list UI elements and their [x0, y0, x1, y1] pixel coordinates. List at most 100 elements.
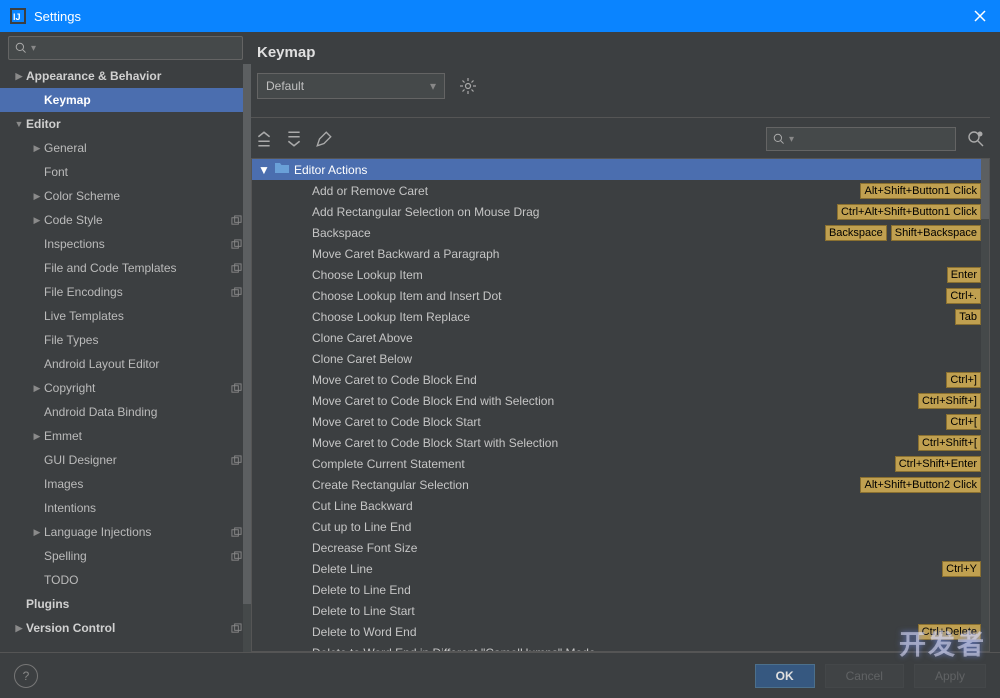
action-row[interactable]: Decrease Font Size: [252, 537, 989, 558]
search-icon: [15, 42, 28, 55]
sidebar-item-todo[interactable]: TODO: [0, 568, 251, 592]
svg-text:IJ: IJ: [13, 12, 21, 22]
shortcut-badge: Ctrl+Y: [942, 561, 981, 577]
sidebar-item-language-injections[interactable]: ▶Language Injections: [0, 520, 251, 544]
sidebar-item-label: TODO: [44, 573, 229, 587]
action-row[interactable]: Move Caret to Code Block Start with Sele…: [252, 432, 989, 453]
sidebar-item-general[interactable]: ▶General: [0, 136, 251, 160]
edit-shortcut-button[interactable]: [315, 130, 333, 148]
action-row[interactable]: Move Caret to Code Block EndCtrl+]: [252, 369, 989, 390]
keymap-scrollbar[interactable]: [981, 159, 989, 651]
action-row[interactable]: BackspaceBackspaceShift+Backspace: [252, 222, 989, 243]
sidebar-item-label: Android Layout Editor: [44, 357, 229, 371]
cancel-button[interactable]: Cancel: [825, 664, 904, 688]
sidebar-item-label: Font: [44, 165, 229, 179]
shortcut-badge: Alt+Shift+Button2 Click: [860, 477, 981, 493]
sidebar-item-copyright[interactable]: ▶Copyright: [0, 376, 251, 400]
action-row[interactable]: Clone Caret Below: [252, 348, 989, 369]
sidebar-item-spelling[interactable]: Spelling: [0, 544, 251, 568]
shortcut-badge: Ctrl+.: [946, 288, 981, 304]
shortcut-badge: Ctrl+Shift+[: [918, 435, 981, 451]
sidebar-search-input[interactable]: ▾: [8, 36, 243, 60]
action-row[interactable]: Choose Lookup Item ReplaceTab: [252, 306, 989, 327]
expand-arrow-icon: ▶: [30, 383, 44, 394]
action-row[interactable]: Delete to Word EndCtrl+Delete: [252, 621, 989, 642]
action-row[interactable]: Choose Lookup ItemEnter: [252, 264, 989, 285]
shortcut-group: Ctrl+[: [946, 414, 981, 430]
sidebar-scrollbar[interactable]: [243, 64, 251, 652]
action-row[interactable]: Delete to Word End in Different "CamelHu…: [252, 642, 989, 652]
action-name: Backspace: [312, 226, 825, 240]
gear-icon[interactable]: [459, 77, 477, 95]
dropdown-arrow-icon: ▾: [31, 43, 36, 54]
apply-button[interactable]: Apply: [914, 664, 986, 688]
action-name: Delete to Line End: [312, 583, 981, 597]
shortcut-group: BackspaceShift+Backspace: [825, 225, 981, 241]
action-row[interactable]: Delete to Line End: [252, 579, 989, 600]
help-button[interactable]: ?: [14, 664, 38, 688]
sidebar-item-android-layout-editor[interactable]: Android Layout Editor: [0, 352, 251, 376]
action-row[interactable]: Delete LineCtrl+Y: [252, 558, 989, 579]
sidebar-item-appearance-behavior[interactable]: ▶Appearance & Behavior: [0, 64, 251, 88]
sidebar-item-font[interactable]: Font: [0, 160, 251, 184]
sidebar-item-editor[interactable]: ▼Editor: [0, 112, 251, 136]
overridable-icon: [229, 215, 243, 226]
action-row[interactable]: Delete to Line Start: [252, 600, 989, 621]
sidebar-item-inspections[interactable]: Inspections: [0, 232, 251, 256]
find-by-shortcut-button[interactable]: [966, 130, 986, 148]
action-row[interactable]: Move Caret to Code Block StartCtrl+[: [252, 411, 989, 432]
expand-arrow-icon: ▶: [30, 215, 44, 226]
action-row[interactable]: Clone Caret Above: [252, 327, 989, 348]
action-row[interactable]: Choose Lookup Item and Insert DotCtrl+.: [252, 285, 989, 306]
sidebar-item-emmet[interactable]: ▶Emmet: [0, 424, 251, 448]
action-row[interactable]: Move Caret to Code Block End with Select…: [252, 390, 989, 411]
expand-arrow-icon: ▶: [30, 191, 44, 202]
collapse-all-button[interactable]: [285, 130, 303, 148]
ok-button[interactable]: OK: [755, 664, 815, 688]
main-panel: Keymap Default ▾ ▾: [251, 32, 1000, 652]
action-row[interactable]: Cut up to Line End: [252, 516, 989, 537]
action-name: Delete Line: [312, 562, 942, 576]
sidebar-item-label: Keymap: [44, 93, 229, 107]
sidebar-item-label: Inspections: [44, 237, 229, 251]
sidebar-item-label: Version Control: [26, 621, 229, 635]
sidebar-item-file-and-code-templates[interactable]: File and Code Templates: [0, 256, 251, 280]
sidebar-item-plugins[interactable]: Plugins: [0, 592, 251, 616]
sidebar-item-code-style[interactable]: ▶Code Style: [0, 208, 251, 232]
sidebar-item-android-data-binding[interactable]: Android Data Binding: [0, 400, 251, 424]
sidebar-item-file-encodings[interactable]: File Encodings: [0, 280, 251, 304]
keymap-search-input[interactable]: ▾: [766, 127, 956, 151]
shortcut-group: Ctrl+Shift+[: [918, 435, 981, 451]
sidebar-item-intentions[interactable]: Intentions: [0, 496, 251, 520]
sidebar-item-label: Intentions: [44, 501, 229, 515]
action-name: Delete to Word End in Different "CamelHu…: [312, 646, 981, 653]
action-name: Create Rectangular Selection: [312, 478, 860, 492]
action-row[interactable]: Add Rectangular Selection on Mouse DragC…: [252, 201, 989, 222]
expand-all-button[interactable]: [255, 130, 273, 148]
keymap-actions-list[interactable]: ▼ Editor Actions Add or Remove CaretAlt+…: [251, 158, 990, 652]
overridable-icon: [229, 263, 243, 274]
action-row[interactable]: Move Caret Backward a Paragraph: [252, 243, 989, 264]
sidebar-item-color-scheme[interactable]: ▶Color Scheme: [0, 184, 251, 208]
overridable-icon: [229, 239, 243, 250]
close-button[interactable]: [970, 6, 990, 26]
action-row[interactable]: Cut Line Backward: [252, 495, 989, 516]
action-row[interactable]: Create Rectangular SelectionAlt+Shift+Bu…: [252, 474, 989, 495]
action-group-row[interactable]: ▼ Editor Actions: [252, 159, 989, 180]
overridable-icon: [229, 527, 243, 538]
overridable-icon: [229, 455, 243, 466]
sidebar-item-keymap[interactable]: Keymap: [0, 88, 251, 112]
sidebar-item-version-control[interactable]: ▶Version Control: [0, 616, 251, 640]
action-row[interactable]: Complete Current StatementCtrl+Shift+Ent…: [252, 453, 989, 474]
sidebar-item-label: Android Data Binding: [44, 405, 229, 419]
chevron-down-icon: ▼: [258, 163, 270, 177]
sidebar-item-live-templates[interactable]: Live Templates: [0, 304, 251, 328]
action-row[interactable]: Add or Remove CaretAlt+Shift+Button1 Cli…: [252, 180, 989, 201]
sidebar-item-gui-designer[interactable]: GUI Designer: [0, 448, 251, 472]
settings-tree[interactable]: ▶Appearance & Behavior Keymap ▼Editor▶Gene…: [0, 64, 251, 652]
shortcut-badge: Ctrl+Alt+Shift+Button1 Click: [837, 204, 981, 220]
sidebar-item-file-types[interactable]: File Types: [0, 328, 251, 352]
sidebar-item-label: Copyright: [44, 381, 229, 395]
keymap-scheme-dropdown[interactable]: Default ▾: [257, 73, 445, 99]
sidebar-item-images[interactable]: Images: [0, 472, 251, 496]
